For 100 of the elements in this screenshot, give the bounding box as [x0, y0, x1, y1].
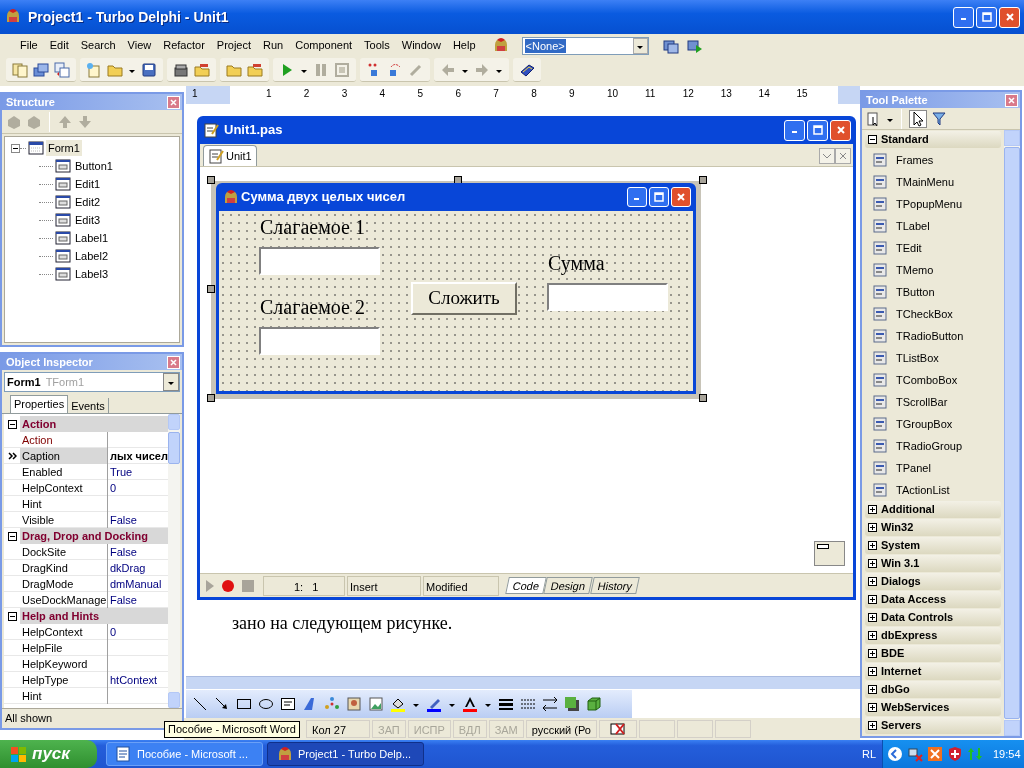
- shadow-icon[interactable]: [564, 696, 580, 712]
- property-name[interactable]: HelpFile: [20, 639, 108, 656]
- category-header[interactable]: Action: [20, 416, 168, 432]
- property-name[interactable]: HelpContext: [20, 623, 108, 640]
- palette-item[interactable]: TActionList: [896, 481, 950, 499]
- pages-icon[interactable]: [12, 61, 28, 78]
- palette-item[interactable]: TComboBox: [896, 371, 958, 389]
- palette-item[interactable]: TEdit: [896, 239, 922, 257]
- property-value[interactable]: лых чисел: [108, 447, 168, 464]
- tab[interactable]: Events: [68, 398, 109, 413]
- close-button[interactable]: [671, 187, 691, 207]
- category-header[interactable]: Dialogs: [865, 573, 1001, 590]
- line-icon[interactable]: [192, 696, 208, 712]
- property-name[interactable]: Visible: [20, 511, 108, 528]
- line-style-icon[interactable]: [498, 696, 514, 712]
- arrow-style-icon[interactable]: [542, 696, 558, 712]
- rectangle-icon[interactable]: [236, 696, 252, 712]
- font-color-icon[interactable]: [462, 696, 478, 712]
- taskbar-button[interactable]: Пособие - Microsoft ...: [106, 742, 263, 766]
- network-icon[interactable]: [907, 746, 923, 762]
- resize-handle[interactable]: [207, 285, 215, 293]
- vertical-scrollbar[interactable]: [167, 414, 180, 708]
- tree-item[interactable]: Button1: [73, 157, 115, 175]
- view-tab[interactable]: Code: [505, 577, 548, 594]
- diagram-icon[interactable]: [324, 696, 340, 712]
- image-icon[interactable]: [368, 696, 384, 712]
- x-icon[interactable]: [927, 746, 943, 762]
- stack-icon[interactable]: [173, 61, 189, 78]
- edit-field[interactable]: [259, 327, 380, 355]
- category-header[interactable]: Servers: [865, 717, 1001, 734]
- clipart-icon[interactable]: [346, 696, 362, 712]
- minimize-button[interactable]: [953, 6, 974, 28]
- vertical-scrollbar[interactable]: [1004, 130, 1020, 736]
- category-header[interactable]: System: [865, 537, 1001, 554]
- menu-item[interactable]: Component: [295, 37, 353, 54]
- property-value[interactable]: True: [108, 463, 133, 480]
- palette-item[interactable]: TLabel: [896, 217, 930, 235]
- minimize-button[interactable]: [784, 119, 805, 141]
- property-name[interactable]: HelpType: [20, 671, 108, 688]
- category-header[interactable]: Win32: [865, 519, 1001, 536]
- collapse-icon[interactable]: [11, 143, 20, 153]
- category-header[interactable]: Data Controls: [865, 609, 1001, 626]
- tree-item[interactable]: Edit2: [73, 193, 103, 211]
- swap-icon[interactable]: [54, 61, 70, 78]
- category-header[interactable]: Internet: [865, 663, 1001, 680]
- expand-icon[interactable]: [868, 595, 877, 604]
- expand-icon[interactable]: [868, 649, 877, 658]
- palette-item[interactable]: TRadioGroup: [896, 437, 963, 455]
- category-header[interactable]: BDE: [865, 645, 1001, 662]
- palette-item[interactable]: TRadioButton: [896, 327, 964, 345]
- menu-item[interactable]: Project: [216, 37, 252, 54]
- tree-item[interactable]: Form1: [46, 139, 82, 157]
- property-name[interactable]: HelpContext: [20, 479, 108, 496]
- chevron-icon[interactable]: [887, 746, 903, 762]
- property-value[interactable]: 0: [108, 623, 117, 640]
- arrow-icon[interactable]: [214, 696, 230, 712]
- resize-handle[interactable]: [207, 394, 215, 402]
- palette-item[interactable]: TCheckBox: [896, 305, 953, 323]
- close-button[interactable]: [830, 119, 851, 141]
- property-name[interactable]: DockSite: [20, 543, 108, 560]
- expand-icon[interactable]: [868, 541, 877, 550]
- shield-icon[interactable]: [947, 746, 963, 762]
- menu-item[interactable]: Refactor: [163, 37, 205, 54]
- expand-icon[interactable]: [868, 523, 877, 532]
- ellipse-icon[interactable]: [258, 696, 274, 712]
- close-button[interactable]: [999, 6, 1020, 28]
- menu-item[interactable]: Search: [80, 37, 116, 54]
- record-icon[interactable]: [221, 578, 235, 593]
- expand-icon[interactable]: [868, 631, 877, 640]
- component-icon[interactable]: [814, 541, 845, 566]
- property-value[interactable]: dmManual: [108, 575, 162, 592]
- collapse-icon[interactable]: [7, 419, 17, 429]
- property-value[interactable]: htContext: [108, 671, 158, 688]
- fill-color-icon[interactable]: [390, 696, 406, 712]
- category-header[interactable]: Win 3.1: [865, 555, 1001, 572]
- pointer-icon[interactable]: [910, 110, 926, 127]
- horizontal-scrollbar[interactable]: [186, 676, 860, 689]
- dash-style-icon[interactable]: [520, 696, 536, 712]
- expand-icon[interactable]: [868, 685, 877, 694]
- property-name[interactable]: DragKind: [20, 559, 108, 576]
- tree-item[interactable]: Label2: [73, 247, 111, 265]
- palette-item[interactable]: Frames: [896, 151, 934, 169]
- expand-icon[interactable]: [868, 577, 877, 586]
- palette-item[interactable]: TGroupBox: [896, 415, 953, 433]
- category-header[interactable]: Data Access: [865, 591, 1001, 608]
- windows-icon[interactable]: [662, 37, 679, 54]
- 3d-icon[interactable]: [586, 696, 602, 712]
- palette-item[interactable]: TButton: [896, 283, 935, 301]
- property-value[interactable]: 0: [108, 479, 117, 496]
- collapse-icon[interactable]: [868, 135, 877, 144]
- property-name[interactable]: DragMode: [20, 575, 108, 592]
- expand-icon[interactable]: [868, 721, 877, 730]
- maximize-button[interactable]: [807, 119, 828, 141]
- tree-item[interactable]: Edit3: [73, 211, 103, 229]
- palette-item[interactable]: TPopupMenu: [896, 195, 963, 213]
- language-indicator[interactable]: RL: [861, 745, 876, 763]
- property-value[interactable]: False: [108, 591, 137, 608]
- windows-run-icon[interactable]: [686, 37, 703, 54]
- maximize-button[interactable]: [976, 6, 997, 28]
- property-name[interactable]: Enabled: [20, 463, 108, 480]
